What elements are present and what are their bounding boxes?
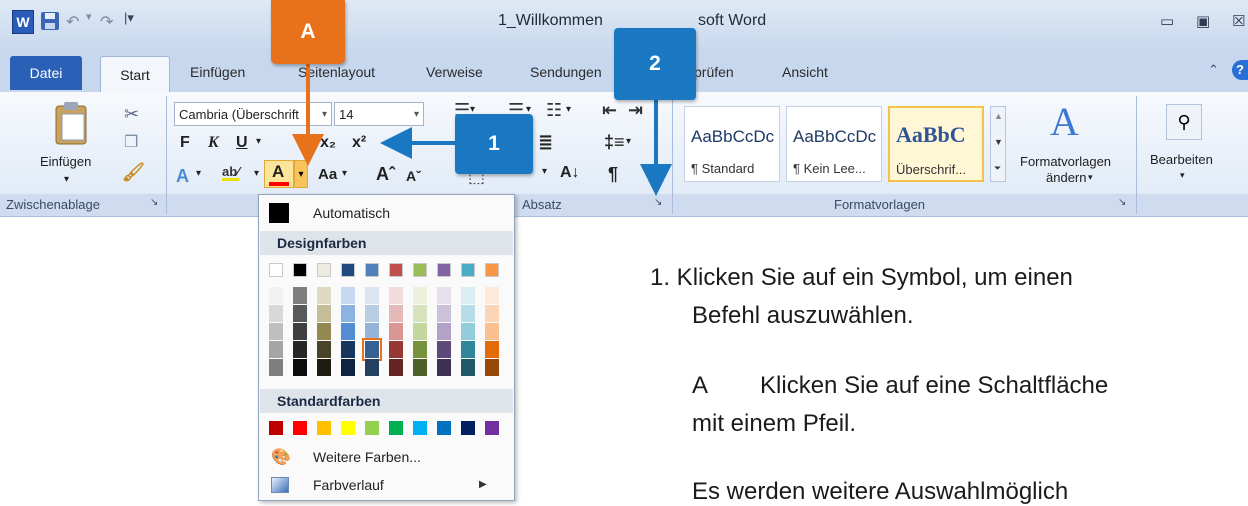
callout-2: 2 bbox=[614, 28, 696, 100]
callout-a: A bbox=[271, 0, 345, 64]
instruction-step1-line2: Befehl auszuwählen. bbox=[692, 302, 914, 329]
instruction-cutoff: Es werden weitere Auswahlmöglich bbox=[692, 478, 1069, 505]
instruction-step1-line1: 1. Klicken Sie auf ein Symbol, um einen bbox=[650, 264, 1073, 291]
instruction-a-line2: mit einem Pfeil. bbox=[692, 410, 857, 437]
callout-1: 1 bbox=[455, 114, 533, 174]
instruction-a-line1: A Klicken Sie auf eine Schaltfläche bbox=[692, 372, 1109, 399]
